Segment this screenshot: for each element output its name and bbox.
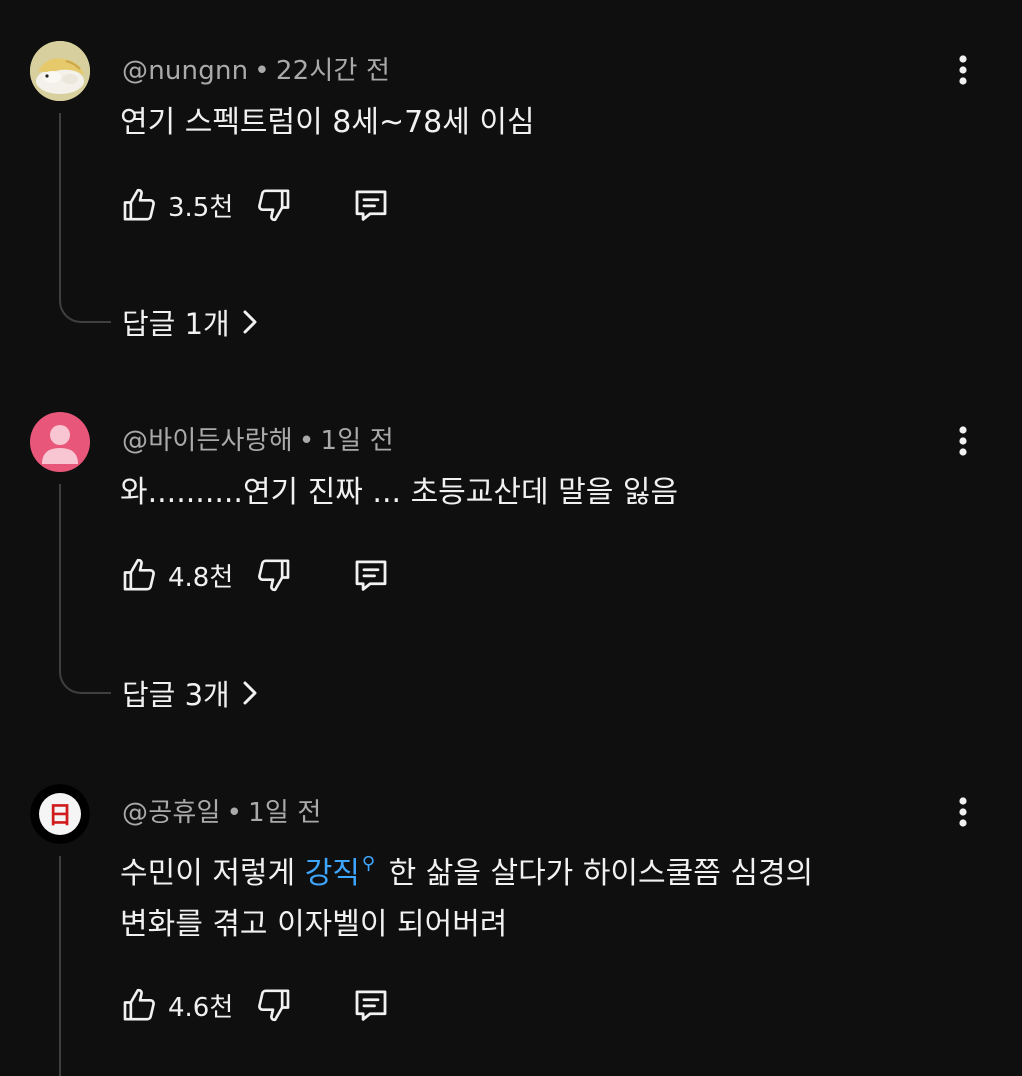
avatar[interactable] xyxy=(30,412,90,472)
comment-icon xyxy=(355,990,387,1021)
like-button[interactable] xyxy=(118,183,162,227)
comment-text-line: 연기 스펙트럼이 8세~78세 이심 xyxy=(120,105,535,140)
avatar[interactable]: 日 xyxy=(30,784,90,844)
reply-button[interactable] xyxy=(349,183,393,227)
like-button[interactable] xyxy=(118,553,162,597)
more-vertical-icon xyxy=(959,797,967,827)
more-options-button[interactable] xyxy=(946,419,980,463)
dislike-button[interactable] xyxy=(251,183,295,227)
avatar[interactable] xyxy=(30,41,90,101)
thread-line xyxy=(59,113,111,323)
author-handle[interactable]: @nungnn xyxy=(122,56,248,86)
comment-text-line: 와..........연기 진짜 ... 초등교산데 말을 잃음 xyxy=(120,475,679,510)
thumbs-down-icon xyxy=(258,559,290,592)
like-count: 4.6천 xyxy=(168,992,234,1023)
comment-text-segment: 수민이 저렇게 xyxy=(120,856,305,891)
thread-line xyxy=(59,856,111,1076)
thumbs-down-icon xyxy=(258,989,290,1022)
more-options-button[interactable] xyxy=(946,790,980,834)
view-replies-button[interactable]: 답글 1개 xyxy=(122,301,258,343)
comment-icon xyxy=(355,560,387,591)
comment-text-line: 변화를 겪고 이자벨이 되어버려 xyxy=(120,907,508,942)
comment-text-line: 수민이 저렇게 강직 ⚲ 한 삶을 살다가 하이스쿨쯤 심경의 xyxy=(120,838,813,899)
thumbs-up-icon xyxy=(123,558,155,591)
search-link[interactable]: 강직 xyxy=(305,856,360,891)
more-options-button[interactable] xyxy=(946,48,980,92)
thumbs-up-icon xyxy=(123,988,155,1021)
comment-actions: 3.5천 xyxy=(118,183,393,227)
thumbs-down-icon xyxy=(258,189,290,222)
chevron-right-icon xyxy=(243,681,257,705)
comment-icon xyxy=(355,190,387,221)
default-person-icon xyxy=(42,425,78,464)
comment-time[interactable]: 1일 전 xyxy=(320,426,393,456)
comment-text: 와..........연기 진짜 ... 초등교산데 말을 잃음 xyxy=(120,467,678,518)
avatar-glyph: 日 xyxy=(48,801,72,829)
search-icon[interactable]: ⚲ xyxy=(362,853,375,874)
comment-actions: 4.6천 xyxy=(118,983,393,1027)
replies-count-label: 답글 3개 xyxy=(122,678,230,712)
comment-meta: @공휴일 • 1일 전 xyxy=(122,792,322,829)
thread-line xyxy=(59,484,111,694)
like-button[interactable] xyxy=(118,983,162,1027)
comment-meta: @바이든사랑해 • 1일 전 xyxy=(122,420,394,457)
author-handle[interactable]: @바이든사랑해 xyxy=(122,426,293,456)
more-vertical-icon xyxy=(959,426,967,456)
more-vertical-icon xyxy=(959,55,967,85)
separator-dot: • xyxy=(298,426,315,456)
comment-time[interactable]: 22시간 전 xyxy=(276,56,390,86)
replies-count-label: 답글 1개 xyxy=(122,307,230,341)
like-count: 3.5천 xyxy=(168,192,234,223)
chevron-right-icon xyxy=(243,310,257,334)
comment-text-segment: 한 삶을 살다가 하이스쿨쯤 심경의 xyxy=(379,856,814,891)
author-handle[interactable]: @공휴일 xyxy=(122,798,221,828)
separator-dot: • xyxy=(226,798,243,828)
dislike-button[interactable] xyxy=(251,983,295,1027)
comment-actions: 4.8천 xyxy=(118,553,393,597)
comment-meta: @nungnn • 22시간 전 xyxy=(122,50,390,87)
like-count: 4.8천 xyxy=(168,562,234,593)
separator-dot: • xyxy=(254,56,270,86)
thumbs-up-icon xyxy=(123,188,155,221)
comment-text: 수민이 저렇게 강직 ⚲ 한 삶을 살다가 하이스쿨쯤 심경의 변화를 겪고 이자… xyxy=(120,838,813,950)
reply-button[interactable] xyxy=(349,553,393,597)
dislike-button[interactable] xyxy=(251,553,295,597)
hamster-avatar-image xyxy=(30,41,90,101)
comment-text: 연기 스펙트럼이 8세~78세 이심 xyxy=(120,97,535,148)
reply-button[interactable] xyxy=(349,983,393,1027)
view-replies-button[interactable]: 답글 3개 xyxy=(122,672,258,714)
comment-time[interactable]: 1일 전 xyxy=(248,798,321,828)
holiday-calendar-avatar: 日 xyxy=(30,784,90,844)
